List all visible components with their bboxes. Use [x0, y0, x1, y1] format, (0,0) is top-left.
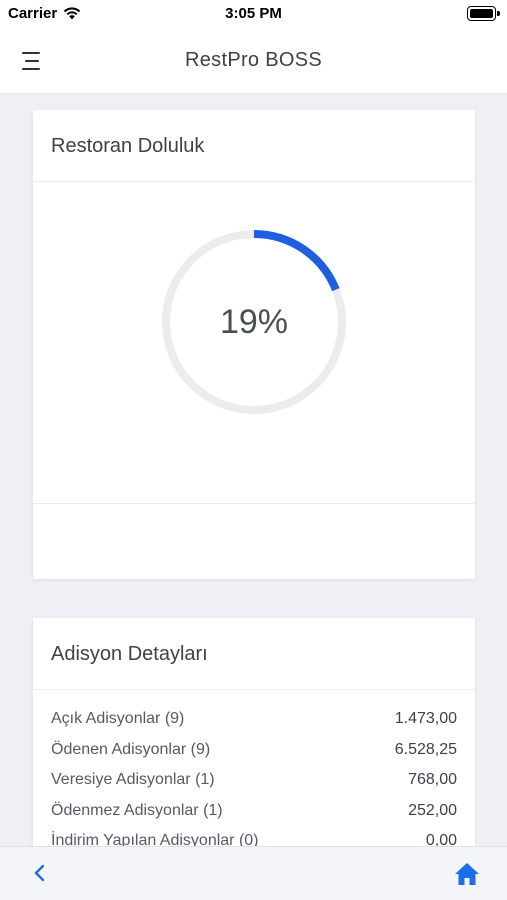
detail-value: 6.528,25 — [394, 740, 457, 758]
detail-row[interactable]: Ödenen Adisyonlar (9) 6.528,25 — [51, 741, 457, 772]
occupancy-card: Restoran Doluluk 19% — [33, 110, 475, 579]
detail-label: Ödenen Adisyonlar (9) — [51, 740, 211, 758]
app-title: RestPro BOSS — [185, 49, 322, 71]
bottom-toolbar — [0, 846, 507, 900]
details-card-title: Adisyon Detayları — [33, 618, 475, 690]
detail-list: Açık Adisyonlar (9) 1.473,00 Ödenen Adis… — [33, 690, 475, 863]
detail-label: Açık Adisyonlar (9) — [51, 710, 185, 727]
detail-value: 252,00 — [408, 801, 457, 819]
details-card: Adisyon Detayları Açık Adisyonlar (9) 1.… — [33, 618, 475, 858]
detail-row[interactable]: Açık Adisyonlar (9) 1.473,00 — [51, 710, 457, 741]
detail-value: 768,00 — [408, 771, 457, 788]
detail-value: 1.473,00 — [394, 710, 457, 727]
detail-label: Veresiye Adisyonlar (1) — [51, 771, 215, 788]
status-bar: Carrier 3:05 PM — [0, 0, 507, 28]
detail-row[interactable]: Veresiye Adisyonlar (1) 768,00 — [51, 771, 457, 802]
chevron-left-icon[interactable] — [30, 863, 50, 883]
detail-label: Ödenmez Adisyonlar (1) — [51, 801, 223, 819]
app-header: RestPro BOSS — [0, 28, 507, 94]
occupancy-card-title: Restoran Doluluk — [33, 110, 475, 182]
detail-row[interactable]: Ödenmez Adisyonlar (1) 252,00 — [51, 802, 457, 833]
home-icon[interactable] — [454, 862, 480, 886]
occupancy-percent: 19% — [219, 302, 289, 341]
occupancy-gauge-area: 19% — [33, 182, 475, 504]
battery-icon — [467, 6, 500, 21]
status-time: 3:05 PM — [225, 5, 282, 22]
